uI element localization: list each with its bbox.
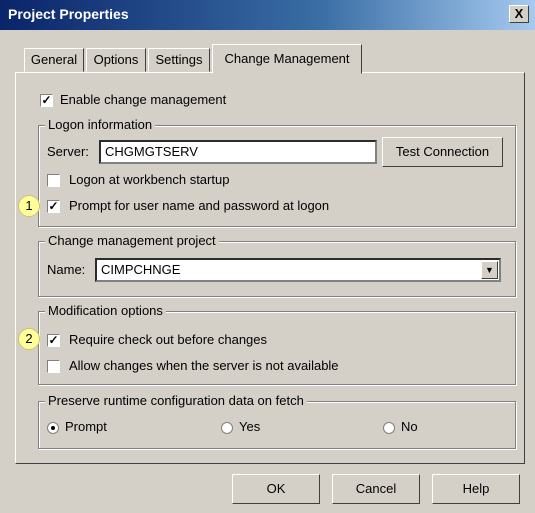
project-name-label: Name: — [47, 262, 86, 277]
change-management-project-title: Change management project — [45, 233, 219, 248]
callout-2: 2 — [18, 328, 40, 350]
radio-yes-label: Yes — [239, 419, 261, 434]
enable-change-management-checkbox[interactable]: ✓ — [40, 94, 53, 107]
callout-1: 1 — [18, 195, 40, 217]
dialog-title: Project Properties — [8, 6, 129, 22]
radio-prompt-label: Prompt — [65, 419, 107, 434]
require-checkout-label: Require check out before changes — [69, 332, 268, 347]
tab-settings-label: Settings — [155, 52, 203, 67]
preserve-runtime-group: Preserve runtime configuration data on f… — [38, 393, 516, 449]
help-button[interactable]: Help — [432, 474, 520, 504]
tab-change-management-label: Change Management — [224, 51, 350, 66]
chevron-down-icon[interactable]: ▼ — [481, 261, 498, 279]
logon-startup-label: Logon at workbench startup — [69, 172, 230, 187]
radio-yes[interactable] — [221, 422, 233, 434]
prompt-user-label: Prompt for user name and password at log… — [69, 198, 330, 213]
cancel-button[interactable]: Cancel — [332, 474, 420, 504]
tab-settings[interactable]: Settings — [148, 48, 210, 72]
radio-no[interactable] — [383, 422, 395, 434]
logon-information-title: Logon information — [45, 117, 156, 132]
change-management-project-group: Change management project Name: CIMPCHNG… — [38, 233, 516, 297]
tab-options[interactable]: Options — [86, 48, 146, 72]
title-bar: Project Properties X — [0, 0, 535, 30]
close-button[interactable]: X — [509, 5, 529, 23]
close-icon: X — [514, 6, 524, 21]
radio-no-label: No — [401, 419, 418, 434]
prompt-user-checkbox[interactable]: ✓ — [47, 200, 60, 213]
allow-changes-label: Allow changes when the server is not ava… — [69, 358, 339, 373]
project-properties-dialog: Project Properties X General Options Set… — [0, 0, 535, 513]
require-checkout-checkbox[interactable]: ✓ — [47, 334, 60, 347]
server-label: Server: — [47, 144, 89, 159]
server-input[interactable]: CHGMGTSERV — [99, 140, 377, 164]
test-connection-button[interactable]: Test Connection — [382, 137, 503, 167]
project-name-dropdown[interactable]: CIMPCHNGE ▼ — [95, 258, 501, 282]
radio-prompt[interactable] — [47, 422, 59, 434]
logon-startup-checkbox[interactable] — [47, 174, 60, 187]
allow-changes-checkbox[interactable] — [47, 360, 60, 373]
logon-information-group: Logon information Server: CHGMGTSERV Tes… — [38, 117, 516, 227]
modification-options-title: Modification options — [45, 303, 166, 318]
tab-change-management[interactable]: Change Management — [212, 44, 362, 74]
tab-options-label: Options — [93, 52, 139, 67]
enable-change-management-label: Enable change management — [60, 92, 227, 107]
ok-button[interactable]: OK — [232, 474, 320, 504]
preserve-runtime-title: Preserve runtime configuration data on f… — [45, 393, 307, 408]
modification-options-group: Modification options ✓ Require check out… — [38, 303, 516, 385]
change-management-panel: ✓ Enable change management Logon informa… — [15, 72, 525, 464]
tab-general[interactable]: General — [24, 48, 84, 72]
project-name-value: CIMPCHNGE — [101, 262, 181, 277]
tab-general-label: General — [30, 52, 78, 67]
